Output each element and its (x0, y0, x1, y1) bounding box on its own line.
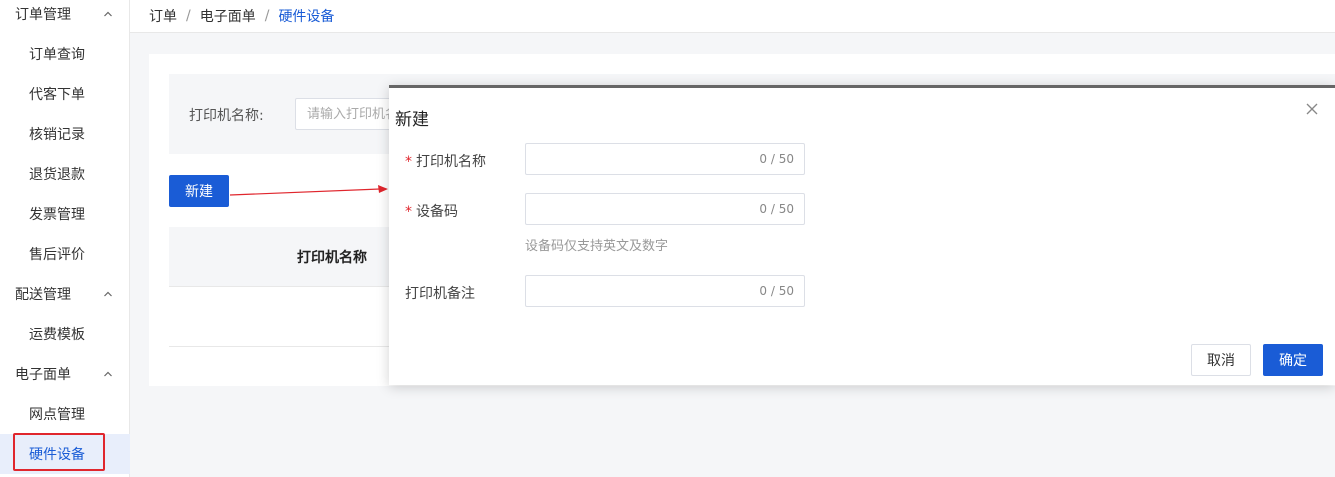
breadcrumb-item-hardware: 硬件设备 (278, 9, 335, 25)
sidebar-item-proxy-order[interactable]: 代客下单 (0, 74, 130, 114)
sidebar-item-label: 运费模板 (29, 327, 85, 343)
device-code-hint: 设备码仅支持英文及数字 (525, 239, 669, 254)
chevron-up-icon (104, 291, 112, 297)
sidebar-group-label: 电子面单 (15, 367, 71, 383)
device-code-label: * 设备码 (405, 204, 458, 220)
printer-name-field[interactable]: 0 / 50 (525, 143, 805, 175)
cancel-button[interactable]: 取消 (1191, 344, 1251, 376)
sidebar-item-label: 售后评价 (29, 247, 85, 263)
close-icon[interactable] (1305, 102, 1319, 116)
sidebar-item-writeoff-records[interactable]: 核销记录 (0, 114, 130, 154)
printer-name-label: * 打印机名称 (405, 154, 486, 170)
sidebar-item-label: 网点管理 (29, 407, 85, 423)
sidebar-item-label: 退货退款 (29, 167, 85, 183)
chevron-up-icon (104, 371, 112, 377)
sidebar-group-label: 订单管理 (15, 7, 71, 23)
sidebar-item-label: 核销记录 (29, 127, 85, 143)
sidebar-item-label: 硬件设备 (29, 447, 85, 463)
search-label: 打印机名称: (189, 108, 264, 124)
sidebar-item-aftersale-review[interactable]: 售后评价 (0, 234, 130, 274)
char-counter: 0 / 50 (759, 284, 794, 298)
sidebar-item-label: 代客下单 (29, 87, 85, 103)
char-counter: 0 / 50 (759, 152, 794, 166)
breadcrumb-item-order[interactable]: 订单 (149, 6, 177, 26)
sidebar-group-order[interactable]: 订单管理 (0, 0, 130, 34)
sidebar-group-delivery[interactable]: 配送管理 (0, 274, 130, 314)
printer-remark-field[interactable]: 0 / 50 (525, 275, 805, 307)
printer-remark-label: 打印机备注 (405, 286, 475, 302)
required-mark: * (405, 154, 412, 170)
sidebar-item-label: 订单查询 (29, 47, 85, 63)
new-printer-dialog: 新建 * 打印机名称 0 / 50 * 设备码 0 / 50 设备码仅支持英文及数字… (389, 85, 1335, 385)
char-counter: 0 / 50 (759, 202, 794, 216)
sidebar-item-freight-template[interactable]: 运费模板 (0, 314, 130, 354)
column-header-printer-name: 打印机名称 (297, 250, 367, 266)
required-mark: * (405, 204, 412, 220)
sidebar-item-hardware[interactable]: 硬件设备 (0, 434, 130, 474)
confirm-button[interactable]: 确定 (1263, 344, 1323, 376)
sidebar-group-e-waybill[interactable]: 电子面单 (0, 354, 130, 394)
new-button[interactable]: 新建 (169, 175, 229, 207)
device-code-field[interactable]: 0 / 50 (525, 193, 805, 225)
sidebar-item-order-query[interactable]: 订单查询 (0, 34, 130, 74)
sidebar-item-outlets[interactable]: 网点管理 (0, 394, 130, 434)
sidebar-item-invoice[interactable]: 发票管理 (0, 194, 130, 234)
sidebar-item-label: 发票管理 (29, 207, 85, 223)
breadcrumb-item-e-waybill[interactable]: 电子面单 (200, 6, 256, 26)
breadcrumb: 订单 / 电子面单 / 硬件设备 (130, 0, 1335, 33)
breadcrumb-separator: / (264, 8, 270, 24)
breadcrumb-separator: / (186, 8, 191, 24)
sidebar: 订单管理 订单查询 代客下单 核销记录 退货退款 发票管理 售后评价 配送管理 … (0, 0, 130, 477)
dialog-title: 新建 (395, 110, 429, 130)
chevron-up-icon (104, 11, 112, 17)
sidebar-group-label: 配送管理 (15, 287, 71, 303)
sidebar-item-returns-refunds[interactable]: 退货退款 (0, 154, 130, 194)
